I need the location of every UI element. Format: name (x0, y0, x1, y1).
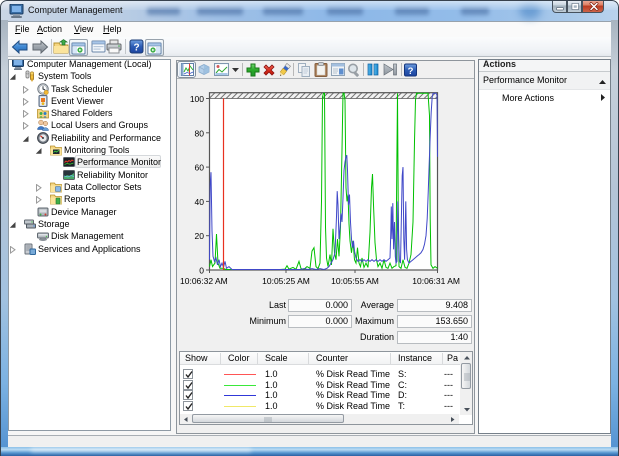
svg-text:?: ? (133, 43, 139, 54)
